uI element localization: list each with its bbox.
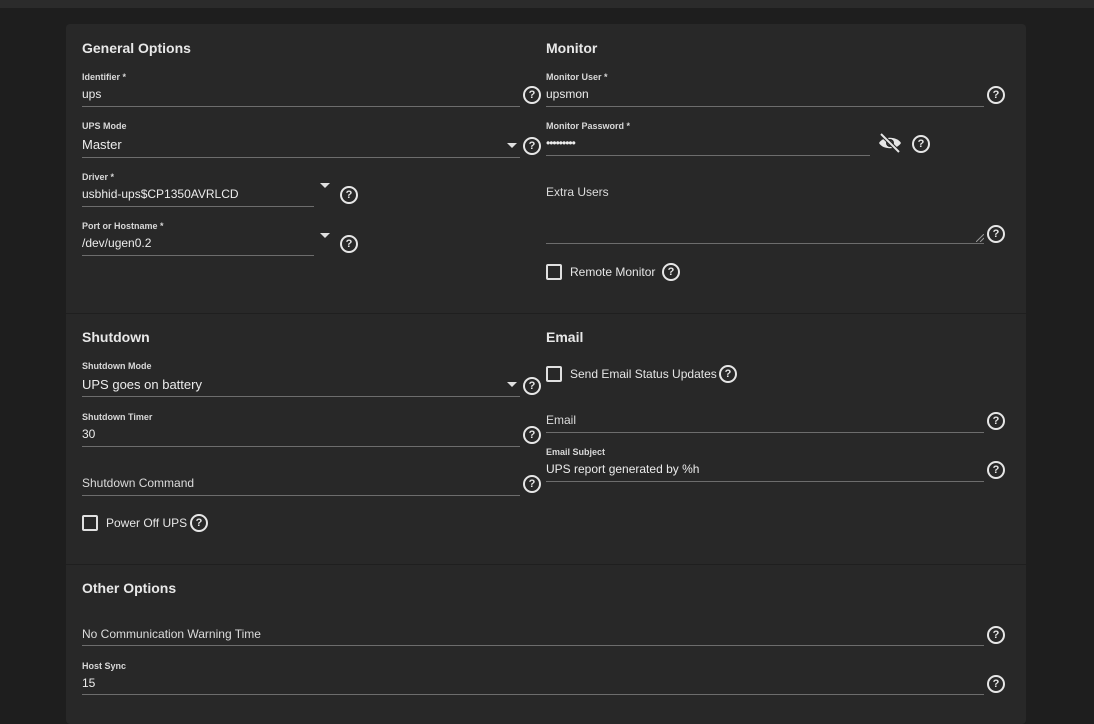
help-icon[interactable]: ?: [523, 86, 541, 104]
identifier-label: Identifier *: [82, 72, 127, 82]
power-off-ups-label[interactable]: Power Off UPS: [106, 516, 187, 530]
shutdown-mode-underline: [82, 396, 520, 397]
send-email-updates-checkbox[interactable]: [546, 366, 562, 382]
email-subject-input[interactable]: UPS report generated by %h: [546, 462, 699, 476]
extra-users-textarea[interactable]: [546, 205, 984, 241]
driver-select[interactable]: usbhid-ups$CP1350AVRLCD: [82, 187, 239, 201]
help-icon[interactable]: ?: [987, 461, 1005, 479]
section-divider: [66, 564, 1026, 565]
help-icon[interactable]: ?: [987, 412, 1005, 430]
help-icon[interactable]: ?: [987, 225, 1005, 243]
help-icon[interactable]: ?: [523, 475, 541, 493]
shutdown-timer-label: Shutdown Timer: [82, 412, 153, 422]
ups-mode-select[interactable]: Master: [82, 137, 122, 152]
other-options-title: Other Options: [82, 580, 177, 596]
top-bar: [0, 0, 1094, 8]
send-email-updates-label[interactable]: Send Email Status Updates: [570, 367, 717, 381]
identifier-underline: [82, 106, 520, 107]
shutdown-timer-input[interactable]: 30: [82, 427, 95, 441]
chevron-down-icon[interactable]: [320, 183, 330, 188]
driver-underline: [82, 206, 314, 207]
help-icon[interactable]: ?: [987, 675, 1005, 693]
help-icon[interactable]: ?: [523, 426, 541, 444]
monitor-user-input[interactable]: upsmon: [546, 87, 589, 101]
monitor-user-underline: [546, 106, 984, 107]
ups-mode-label: UPS Mode: [82, 121, 127, 131]
host-sync-input[interactable]: 15: [82, 676, 95, 690]
host-sync-label: Host Sync: [82, 661, 127, 671]
email-subject-underline: [546, 481, 984, 482]
identifier-input[interactable]: ups: [82, 87, 101, 101]
monitor-user-label: Monitor User *: [546, 72, 608, 82]
chevron-down-icon[interactable]: [507, 382, 517, 387]
port-label: Port or Hostname *: [82, 221, 164, 231]
monitor-password-label: Monitor Password *: [546, 121, 631, 131]
shutdown-command-underline: [82, 495, 520, 496]
visibility-off-icon[interactable]: [878, 133, 902, 153]
remote-monitor-label[interactable]: Remote Monitor: [570, 265, 655, 279]
ups-mode-underline: [82, 157, 520, 158]
port-underline: [82, 255, 314, 256]
help-icon[interactable]: ?: [340, 235, 358, 253]
shutdown-title: Shutdown: [82, 329, 150, 345]
no-comm-warning-underline: [82, 645, 984, 646]
monitor-title: Monitor: [546, 40, 598, 56]
monitor-password-underline: [546, 155, 870, 156]
email-subject-label: Email Subject: [546, 447, 606, 457]
general-options-title: General Options: [82, 40, 191, 56]
help-icon[interactable]: ?: [987, 626, 1005, 644]
host-sync-underline: [82, 694, 984, 695]
help-icon[interactable]: ?: [190, 514, 208, 532]
shutdown-mode-label: Shutdown Mode: [82, 361, 152, 371]
section-divider: [66, 313, 1026, 314]
shutdown-command-input[interactable]: Shutdown Command: [82, 476, 194, 490]
no-comm-warning-input[interactable]: No Communication Warning Time: [82, 627, 261, 641]
chevron-down-icon[interactable]: [507, 143, 517, 148]
help-icon[interactable]: ?: [719, 365, 737, 383]
help-icon[interactable]: ?: [662, 263, 680, 281]
resize-grip-icon[interactable]: [976, 234, 984, 242]
help-icon[interactable]: ?: [340, 186, 358, 204]
help-icon[interactable]: ?: [523, 377, 541, 395]
remote-monitor-checkbox[interactable]: [546, 264, 562, 280]
help-icon[interactable]: ?: [912, 135, 930, 153]
port-select[interactable]: /dev/ugen0.2: [82, 236, 151, 250]
email-underline: [546, 432, 984, 433]
power-off-ups-checkbox[interactable]: [82, 515, 98, 531]
help-icon[interactable]: ?: [987, 86, 1005, 104]
shutdown-timer-underline: [82, 446, 520, 447]
help-icon[interactable]: ?: [523, 137, 541, 155]
driver-label: Driver *: [82, 172, 115, 182]
email-title: Email: [546, 329, 584, 345]
shutdown-mode-select[interactable]: UPS goes on battery: [82, 377, 202, 392]
extra-users-underline: [546, 243, 984, 244]
email-input[interactable]: Email: [546, 413, 576, 427]
chevron-down-icon[interactable]: [320, 233, 330, 238]
monitor-password-input[interactable]: •••••••••: [546, 136, 576, 150]
extra-users-label: Extra Users: [546, 185, 609, 199]
